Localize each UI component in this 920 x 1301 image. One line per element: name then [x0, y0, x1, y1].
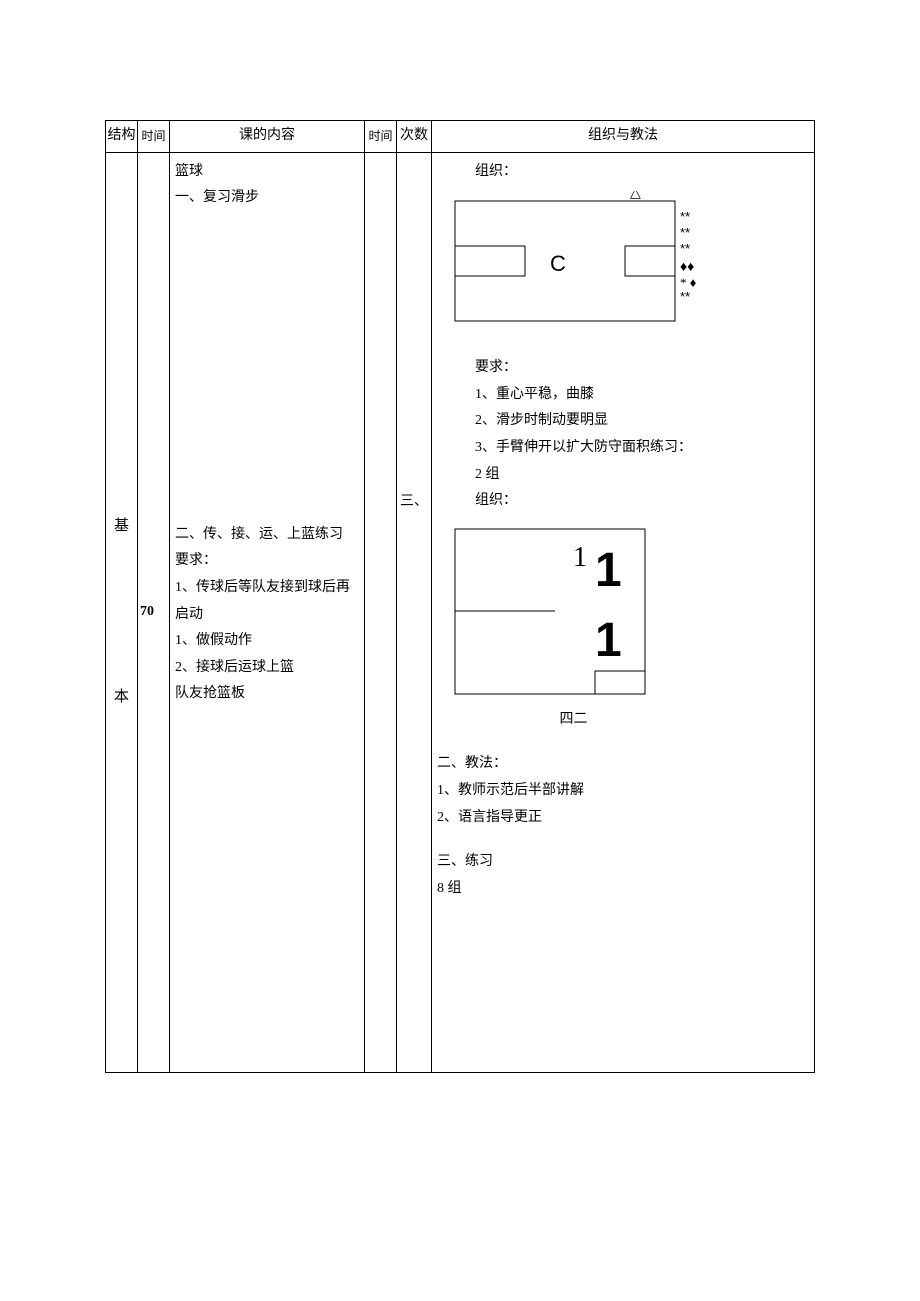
method-req1: 1、重心平稳，曲膝 [435, 382, 811, 409]
court1-stars3: ** [680, 241, 690, 256]
header-time2: 时间 [365, 121, 397, 153]
content-req1: 1、传球后等队友接到球后再启动 [175, 575, 359, 628]
req-label: 要求： [435, 355, 811, 382]
practice1-sets: 2 组 [435, 462, 811, 489]
practice2-sets: 8 组 [435, 876, 811, 903]
content-req3: 2、接球后运球上篮 [175, 655, 359, 682]
court2-num2: 1 [595, 544, 622, 597]
method-req2: 2、滑步时制动要明显 [435, 408, 811, 435]
time1-cell: 70 [138, 152, 170, 1072]
content-title: 篮球 [175, 159, 359, 186]
org2-label: 组织： [435, 488, 811, 515]
method2-item2: 2、语言指导更正 [435, 805, 811, 832]
court-diagram-1: C △ ** ** ** ♦♦ * ♦ ** [435, 191, 735, 331]
count-value: 三、 [400, 492, 428, 512]
header-row: 结构 时间 课的内容 时间 次数 组织与教法 [106, 121, 815, 153]
court1-diamonds: ♦♦ [680, 260, 694, 275]
content-section1: 一、复习滑步 [175, 185, 359, 212]
court1-triangle: △ [630, 191, 641, 201]
structure-cell: 基本 [106, 152, 138, 1072]
lesson-plan-table: 结构 时间 课的内容 时间 次数 组织与教法 基本 70 篮球 一、复习滑步 二… [105, 120, 815, 1073]
header-content: 课的内容 [170, 121, 365, 153]
header-count: 次数 [397, 121, 432, 153]
org1-label: 组织： [435, 159, 811, 186]
court1-center: C [550, 251, 566, 276]
time2-cell [365, 152, 397, 1072]
header-time1: 时间 [138, 121, 170, 153]
header-structure: 结构 [106, 121, 138, 153]
court1-stars1: ** [680, 209, 690, 224]
practice2-label: 三、练习 [435, 849, 811, 876]
method2-item1: 1、教师示范后半部讲解 [435, 778, 811, 805]
content-req4: 队友抢篮板 [175, 681, 359, 708]
content-section2-title: 二、传、接、运、上蓝练习 [175, 522, 359, 549]
content-cell: 篮球 一、复习滑步 二、传、接、运、上蓝练习 要求： 1、传球后等队友接到球后再… [170, 152, 365, 1072]
court1-stardiamond: * ♦ [680, 275, 697, 290]
method2-label: 二、教法： [435, 751, 811, 778]
content-req-label: 要求： [175, 548, 359, 575]
court1-stars4: ** [680, 289, 690, 304]
header-method: 组织与教法 [432, 121, 815, 153]
content-req2: 1、做假动作 [175, 628, 359, 655]
body-row: 基本 70 篮球 一、复习滑步 二、传、接、运、上蓝练习 要求： 1、传球后等队… [106, 152, 815, 1072]
court2-below: 四二 [435, 707, 640, 734]
count-cell: 三、 [397, 152, 432, 1072]
structure-label: 基本 [109, 512, 134, 712]
method-req3: 3、手臂伸开以扩大防守面积练习： [435, 435, 811, 462]
court2-num3: 1 [595, 614, 622, 667]
method-cell: 组织： C △ ** ** ** ♦♦ * ♦ ** 要求： [432, 152, 815, 1072]
court2-num1: 1 [573, 542, 587, 573]
court-diagram-2: 1 1 1 [435, 521, 675, 701]
court1-stars2: ** [680, 225, 690, 240]
